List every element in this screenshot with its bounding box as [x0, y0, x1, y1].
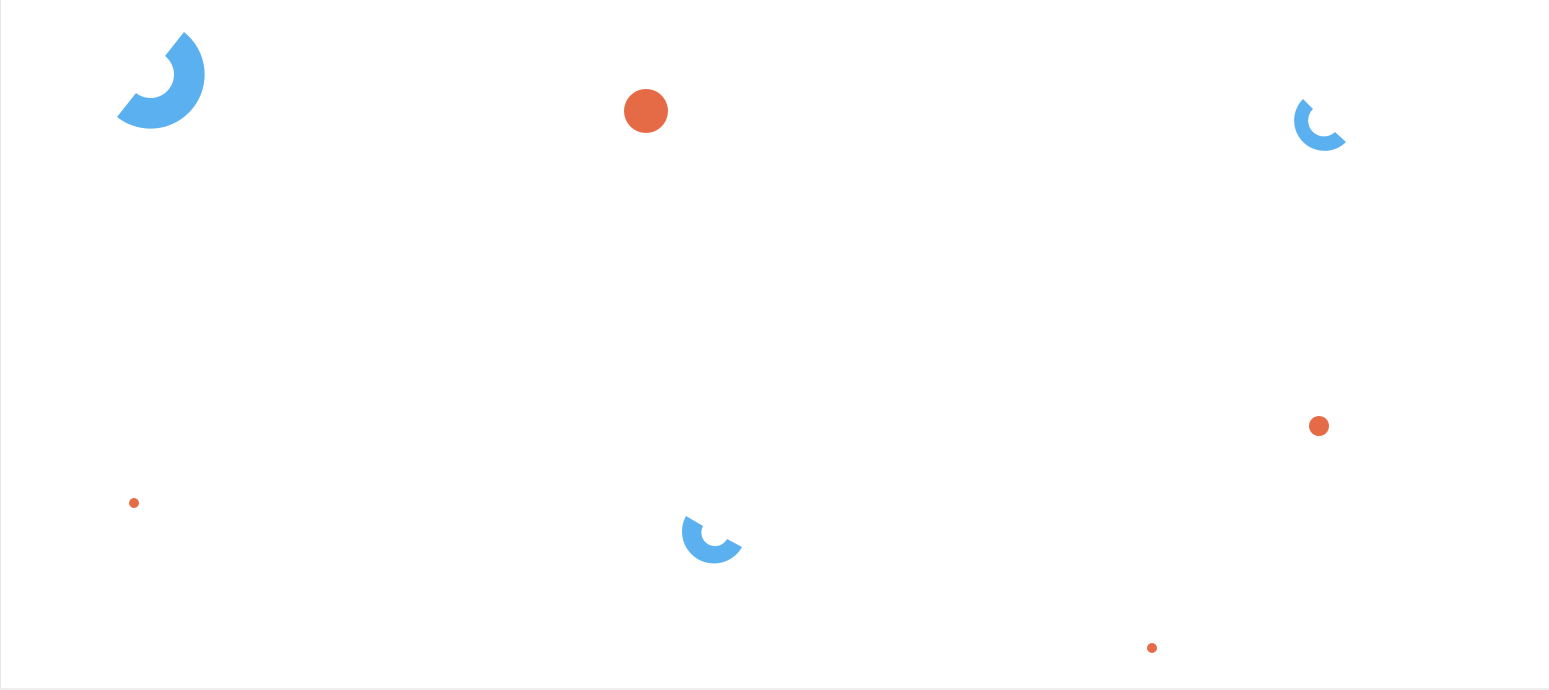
- small-blue-arc-decoration-top-right: [1294, 99, 1346, 151]
- decorative-background: [0, 0, 1549, 690]
- large-blue-arc-decoration: [117, 32, 205, 129]
- large-orange-dot-decoration: [624, 89, 668, 133]
- decorative-shapes-layer: [117, 32, 1346, 653]
- tiny-orange-dot-decoration-left: [129, 498, 139, 508]
- small-blue-arc-decoration-bottom-center: [682, 516, 742, 564]
- medium-orange-dot-decoration: [1309, 416, 1329, 436]
- tiny-orange-dot-decoration-bottom: [1147, 643, 1157, 653]
